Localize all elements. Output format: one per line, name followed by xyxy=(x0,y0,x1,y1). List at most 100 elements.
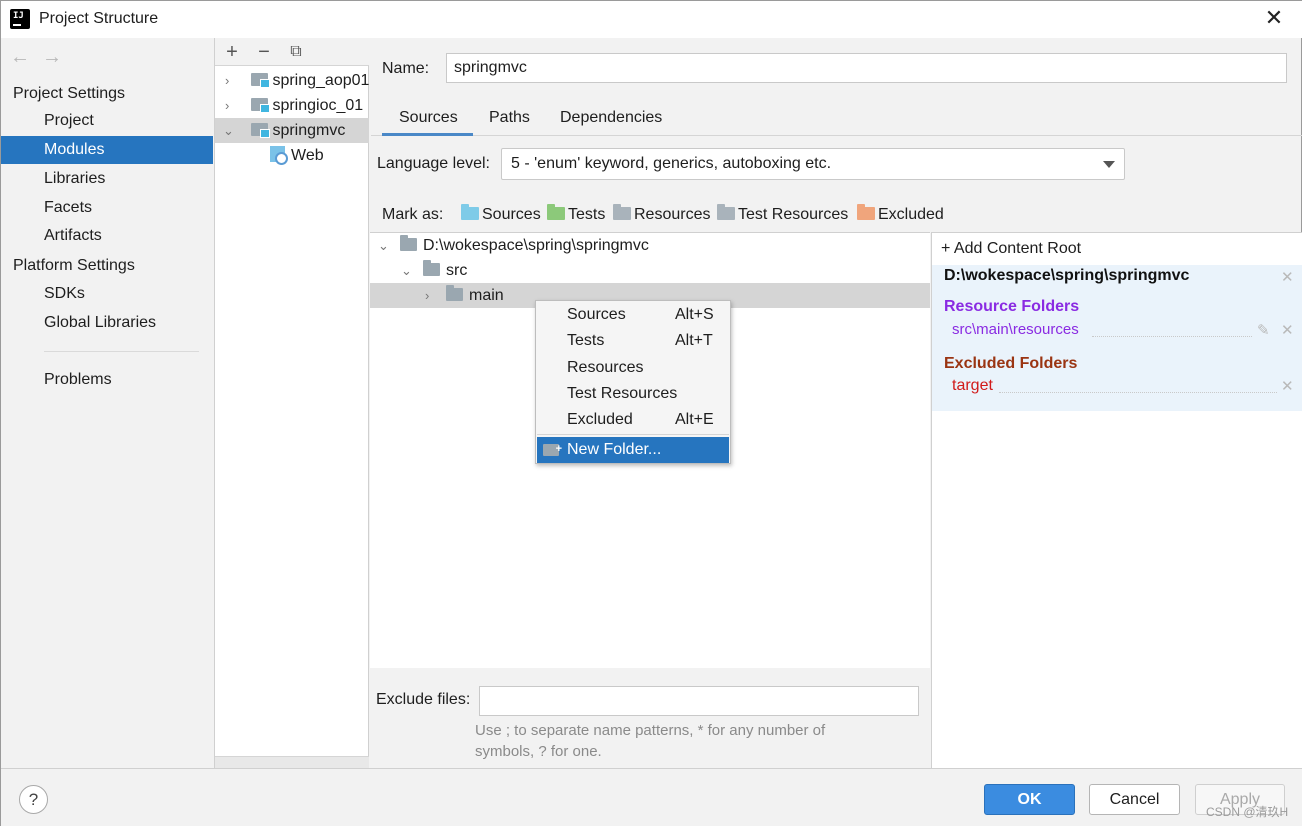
tab-dependencies[interactable]: Dependencies xyxy=(560,109,662,135)
web-facet-icon xyxy=(270,146,288,165)
menu-item-shortcut: Alt+T xyxy=(675,332,713,349)
sidebar-item-facets[interactable]: Facets xyxy=(1,194,213,222)
exclude-files-input[interactable] xyxy=(479,686,919,716)
mark-as-test-resources[interactable]: Test Resources xyxy=(717,204,849,224)
active-tab-indicator xyxy=(382,133,473,136)
excluded-folder-icon xyxy=(857,204,875,220)
tree-node-src[interactable]: ⌄ src xyxy=(370,258,930,283)
sources-folder-icon xyxy=(461,204,479,220)
module-folder-icon xyxy=(251,73,271,88)
mark-as-resources-label: Resources xyxy=(634,206,711,223)
mark-as-test-resources-label: Test Resources xyxy=(738,206,849,223)
tree-node-label: D:\wokespace\spring\springmvc xyxy=(423,237,649,254)
chevron-down-icon[interactable]: ⌄ xyxy=(378,233,400,258)
add-content-root-button[interactable]: + Add Content Root xyxy=(941,240,1081,258)
menu-item-label: Resources xyxy=(567,359,644,376)
remove-root-icon[interactable]: ✕ xyxy=(1281,268,1294,286)
menu-item-label: Tests xyxy=(567,332,605,349)
horizontal-scrollbar[interactable] xyxy=(215,756,369,768)
ok-button[interactable]: OK xyxy=(984,784,1075,815)
sidebar-item-global-libraries[interactable]: Global Libraries xyxy=(1,309,213,337)
content-root-box: D:\wokespace\spring\springmvc ✕ Resource… xyxy=(932,265,1302,411)
module-label: spring_aop01 xyxy=(272,72,369,89)
facet-item-web[interactable]: Web xyxy=(215,143,369,168)
mark-as-label: Mark as: xyxy=(382,206,444,223)
mark-as-sources[interactable]: Sources xyxy=(461,204,541,224)
module-list-pane: + − ⧉ › spring_aop01 › springioc_01 ⌄ sp… xyxy=(214,38,369,768)
sidebar-item-libraries[interactable]: Libraries xyxy=(1,165,213,193)
chevron-right-icon[interactable]: › xyxy=(225,68,235,93)
back-arrow-icon[interactable]: ← xyxy=(10,46,30,69)
tab-sources[interactable]: Sources xyxy=(399,109,458,135)
excluded-dotted-line xyxy=(999,392,1277,393)
menu-item-label: Sources xyxy=(567,306,626,323)
settings-sidebar: ← → Project Settings Project Modules Lib… xyxy=(1,38,213,768)
menu-item-shortcut: Alt+S xyxy=(675,306,714,323)
remove-excluded-icon[interactable]: ✕ xyxy=(1281,377,1294,395)
menu-item-sources[interactable]: Sources Alt+S xyxy=(537,302,729,328)
sidebar-item-sdks[interactable]: SDKs xyxy=(1,280,213,308)
intellij-logo-icon: IJ xyxy=(8,7,32,31)
tab-paths[interactable]: Paths xyxy=(489,109,530,135)
module-item-springmvc[interactable]: ⌄ springmvc xyxy=(215,118,369,143)
add-module-icon[interactable]: + xyxy=(221,41,243,63)
module-label: springmvc xyxy=(272,122,346,139)
mark-as-tests-label: Tests xyxy=(568,206,606,223)
exclude-files-label: Exclude files: xyxy=(376,691,471,708)
sidebar-item-problems[interactable]: Problems xyxy=(1,366,213,394)
folder-icon xyxy=(446,285,463,301)
help-icon[interactable]: ? xyxy=(19,785,48,814)
menu-item-test-resources[interactable]: Test Resources xyxy=(537,381,729,407)
cancel-button[interactable]: Cancel xyxy=(1089,784,1180,815)
language-level-select[interactable]: 5 - 'enum' keyword, generics, autoboxing… xyxy=(501,148,1125,180)
watermark: CSDN @清玖H xyxy=(1206,805,1289,819)
excluded-folder-path: target xyxy=(952,377,993,394)
language-level-value: 5 - 'enum' keyword, generics, autoboxing… xyxy=(511,155,832,172)
tree-node-root[interactable]: ⌄ D:\wokespace\spring\springmvc xyxy=(370,233,930,258)
platform-settings-heading: Platform Settings xyxy=(13,257,135,274)
sidebar-divider xyxy=(44,351,199,352)
module-toolbar: + − ⧉ xyxy=(215,38,369,66)
mark-as-resources[interactable]: Resources xyxy=(613,204,711,224)
resource-dotted-line xyxy=(1092,336,1252,337)
remove-resource-icon[interactable]: ✕ xyxy=(1281,321,1294,339)
mark-as-tests[interactable]: Tests xyxy=(547,204,606,224)
excluded-folders-heading: Excluded Folders xyxy=(944,355,1078,372)
folder-icon xyxy=(400,235,417,251)
folder-icon xyxy=(423,260,440,276)
chevron-right-icon[interactable]: › xyxy=(425,283,446,308)
resources-folder-icon xyxy=(613,204,631,220)
sidebar-item-artifacts[interactable]: Artifacts xyxy=(1,222,213,250)
sidebar-item-project[interactable]: Project xyxy=(1,107,213,135)
close-icon[interactable]: ✕ xyxy=(1263,7,1285,29)
menu-item-tests[interactable]: Tests Alt+T xyxy=(537,328,729,354)
menu-item-resources[interactable]: Resources xyxy=(537,355,729,381)
tree-node-label: main xyxy=(469,287,504,304)
chevron-right-icon[interactable]: › xyxy=(225,93,235,118)
menu-item-new-folder[interactable]: New Folder... xyxy=(537,436,729,463)
module-label: springioc_01 xyxy=(272,97,364,114)
menu-item-label: New Folder... xyxy=(567,441,662,458)
mark-as-excluded-label: Excluded xyxy=(878,206,944,223)
exclude-hint-line-1: Use ; to separate name patterns, * for a… xyxy=(475,722,826,739)
tree-node-label: src xyxy=(446,262,468,279)
module-item-springioc-01[interactable]: › springioc_01 xyxy=(215,93,369,118)
test-resources-folder-icon xyxy=(717,204,735,220)
edit-pencil-icon[interactable]: ✎ xyxy=(1257,321,1270,339)
name-label: Name: xyxy=(382,60,430,77)
chevron-down-icon[interactable]: ⌄ xyxy=(401,258,423,283)
sidebar-item-modules[interactable]: Modules xyxy=(1,136,213,164)
forward-arrow-icon[interactable]: → xyxy=(42,46,62,69)
content-root-path: D:\wokespace\spring\springmvc xyxy=(944,267,1190,284)
module-name-input[interactable]: springmvc xyxy=(446,53,1287,83)
menu-item-excluded[interactable]: Excluded Alt+E xyxy=(537,407,729,433)
copy-module-icon[interactable]: ⧉ xyxy=(285,41,307,63)
dialog-footer: ? OK Cancel Apply CSDN @清玖H xyxy=(1,768,1302,826)
chevron-down-icon[interactable]: ⌄ xyxy=(223,118,234,143)
remove-module-icon[interactable]: − xyxy=(253,41,275,63)
mark-as-excluded[interactable]: Excluded xyxy=(857,204,944,224)
module-item-spring-aop01[interactable]: › spring_aop01 xyxy=(215,68,369,93)
mark-as-sources-label: Sources xyxy=(482,206,541,223)
window-title: Project Structure xyxy=(39,10,159,27)
dropdown-arrow-icon xyxy=(1103,161,1115,168)
